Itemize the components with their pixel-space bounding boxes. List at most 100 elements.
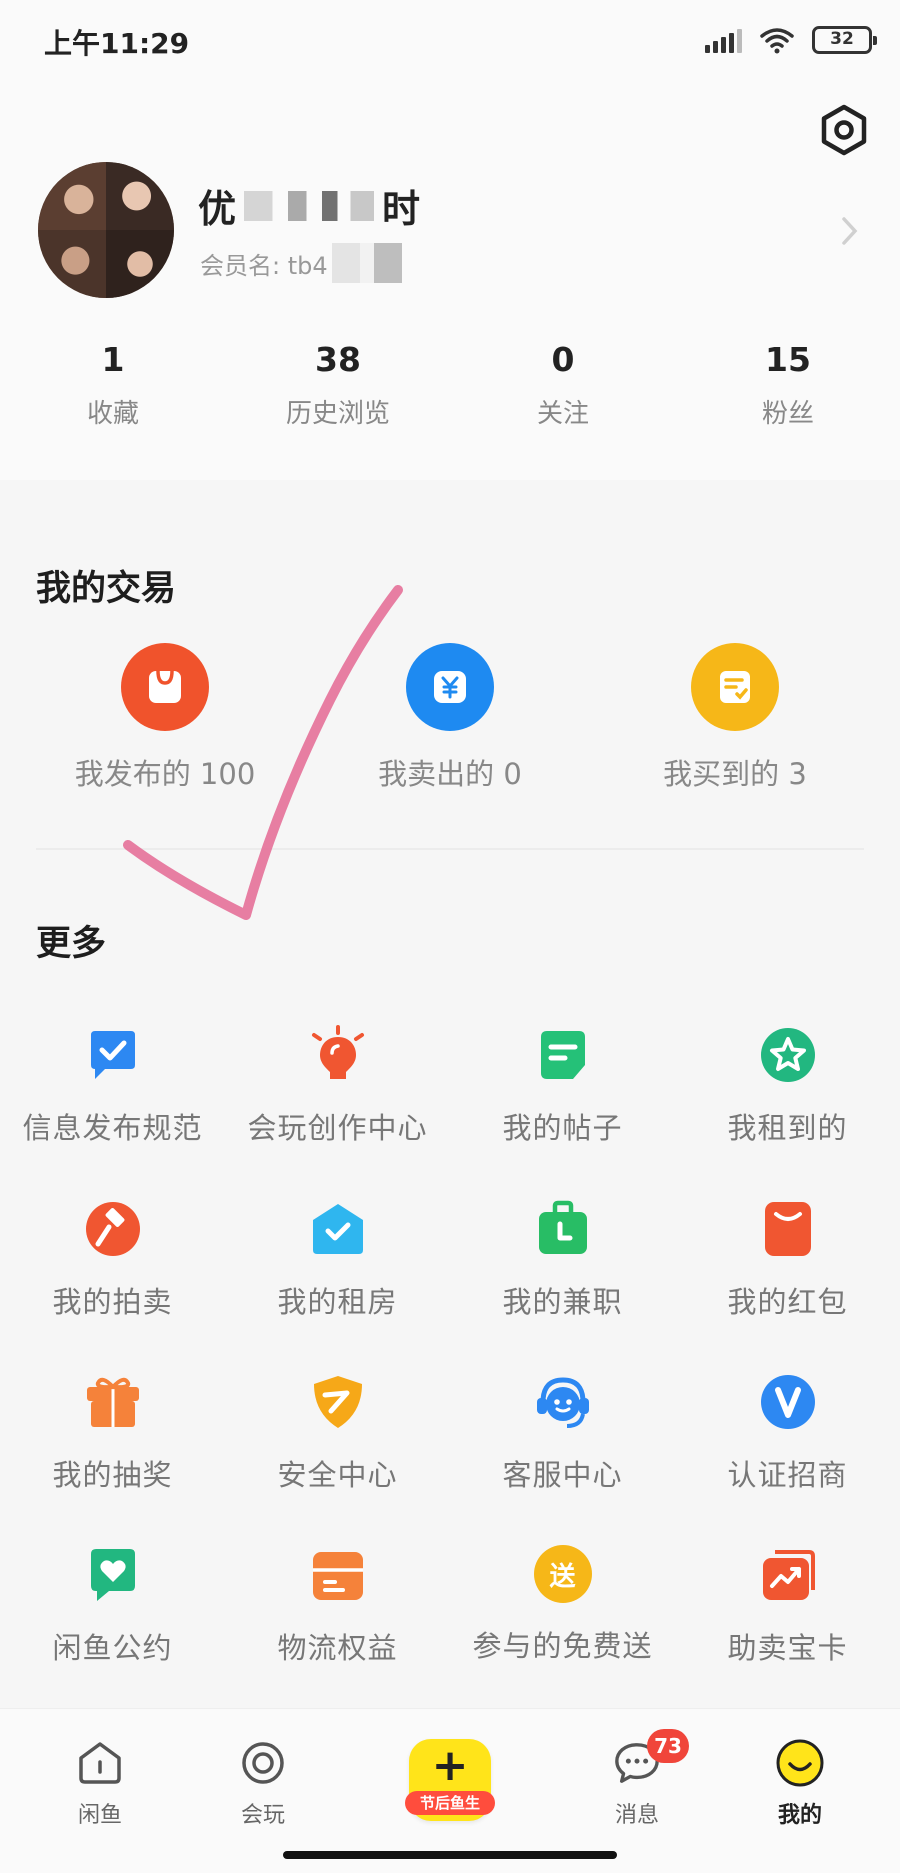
grid-item-certification[interactable]: 认证招商 [675,1372,900,1494]
grid-label: 认证招商 [727,1458,848,1492]
grid-item-part-time[interactable]: 我的兼职 [450,1199,675,1321]
more-section-title: 更多 [36,924,107,964]
nav-label: 我的 [777,1803,822,1828]
trade-label: 我卖出的 0 [378,757,522,791]
bulb-icon [308,1025,368,1085]
grid-item-auction[interactable]: 我的拍卖 [0,1199,225,1321]
stat-favorites[interactable]: 1 收藏 [33,340,193,430]
grid-item-creation-center[interactable]: 会玩创作中心 [225,1025,450,1147]
gavel-icon [83,1199,143,1259]
box-icon [308,1545,368,1605]
stat-following[interactable]: 0 关注 [483,340,643,430]
avatar[interactable] [38,162,174,298]
grid-item-convention[interactable]: 闲鱼公约 [0,1545,225,1667]
stat-label: 关注 [536,399,589,429]
stat-label: 收藏 [86,399,139,429]
trade-published[interactable]: 我发布的 100 [35,643,295,793]
grid-item-rental-house[interactable]: 我的租房 [225,1199,450,1321]
verified-v-icon [758,1372,818,1432]
receipt-icon [691,643,779,731]
settings-gear-icon[interactable] [816,102,872,158]
member-id-text: 会员名: tb4 [200,251,328,280]
grid-item-rented[interactable]: 我租到的 [675,1025,900,1147]
grid-label: 客服中心 [502,1458,623,1492]
member-id: 会员名: tb4 [200,243,402,283]
grid-item-my-posts[interactable]: 我的帖子 [450,1025,675,1147]
trade-bought[interactable]: 我买到的 3 [605,643,865,793]
wifi-icon [760,28,794,54]
house-check-icon [308,1199,368,1259]
stat-value: 1 [101,340,125,379]
grid-label: 我的拍卖 [52,1285,173,1319]
grid-item-publish-rules[interactable]: 信息发布规范 [0,1025,225,1147]
username-start: 优 [198,187,237,231]
username[interactable]: 优 时 [198,178,420,233]
profile-card: 优 时 会员名: tb4 1 收藏 38 历史浏览 0 关注 15 粉丝 [0,80,900,480]
grid-label: 我租到的 [727,1111,848,1145]
grid-label: 我的兼职 [502,1285,623,1319]
nav-huiwan[interactable]: 会玩 [203,1739,323,1829]
stat-label: 历史浏览 [285,399,390,429]
status-time: 上午11:29 [44,27,190,60]
member-id-redacted [331,243,402,283]
nav-label: 消息 [614,1803,659,1828]
grid-item-logistics[interactable]: 物流权益 [225,1545,450,1667]
stat-label: 粉丝 [761,399,814,429]
nav-home[interactable]: 闲鱼 [40,1739,160,1829]
grid-label: 我的抽奖 [52,1458,173,1492]
nav-label: 会玩 [240,1803,285,1828]
username-end: 时 [382,187,421,231]
stat-history[interactable]: 38 历史浏览 [258,340,418,430]
grid-label: 我的租房 [277,1285,398,1319]
grid-label: 会玩创作中心 [247,1111,428,1145]
free-gift-glyph: 送 [549,1561,576,1592]
grid-label: 闲鱼公约 [52,1631,173,1665]
username-redacted [244,190,375,221]
red-packet-icon [758,1199,818,1259]
nav-label: 闲鱼 [77,1803,122,1828]
grid-label: 参与的免费送 [472,1629,653,1663]
briefcase-icon [533,1199,593,1259]
grid-item-security-center[interactable]: 安全中心 [225,1372,450,1494]
free-gift-icon: 送 [533,1545,592,1603]
grid-label: 信息发布规范 [22,1111,203,1145]
nav-messages[interactable]: 73 消息 [577,1729,697,1829]
grid-item-red-packet[interactable]: 我的红包 [675,1199,900,1321]
yen-icon [406,643,494,731]
shield-icon [308,1372,368,1432]
grid-label: 助卖宝卡 [727,1631,848,1665]
status-icons: 32 [705,24,877,56]
trade-label: 我发布的 100 [74,757,256,791]
publish-button[interactable]: + 节后鱼生 [405,1739,495,1821]
grid-item-free-giveaway[interactable]: 送 参与的免费送 [450,1545,675,1665]
trade-label: 我买到的 3 [663,757,807,791]
chevron-right-icon[interactable] [840,215,860,247]
grid-label: 物流权益 [277,1631,398,1665]
smiley-icon [776,1739,824,1787]
trade-sold[interactable]: 我卖出的 0 [320,643,580,793]
nav-mine[interactable]: 我的 [740,1739,860,1829]
grid-item-sales-card[interactable]: 助卖宝卡 [675,1545,900,1667]
stat-value: 15 [765,340,811,379]
stat-followers[interactable]: 15 粉丝 [708,340,868,430]
message-count-badge: 73 [647,1729,689,1763]
target-icon [239,1739,287,1787]
star-badge-icon [758,1025,818,1085]
trend-card-icon [758,1545,818,1605]
grid-item-customer-service[interactable]: 客服中心 [450,1372,675,1494]
grid-label: 安全中心 [277,1458,398,1492]
home-icon [76,1739,124,1787]
grid-label: 我的帖子 [502,1111,623,1145]
stat-value: 38 [315,340,361,379]
trade-section-title: 我的交易 [36,569,177,609]
signal-icon [705,27,742,53]
bag-icon [121,643,209,731]
grid-item-lottery[interactable]: 我的抽奖 [0,1372,225,1494]
bottom-navigation: 闲鱼 会玩 + 节后鱼生 73 消息 我的 [0,1708,900,1873]
stat-value: 0 [551,340,575,379]
headset-icon [533,1372,593,1432]
post-icon [533,1025,593,1085]
home-indicator [283,1851,617,1859]
grid-label: 我的红包 [727,1285,848,1319]
plus-icon: + [431,1740,469,1791]
